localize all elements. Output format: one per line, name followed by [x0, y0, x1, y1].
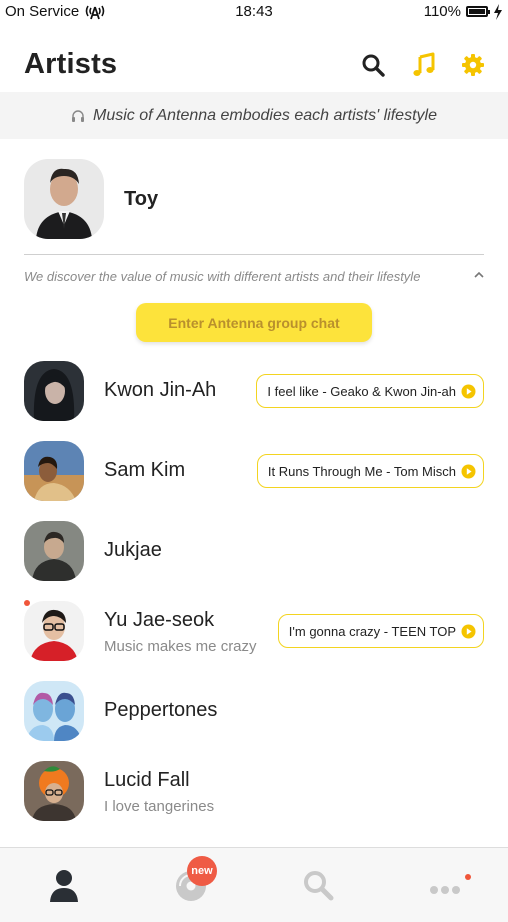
- artist-name: Yu Jae-seok: [104, 609, 215, 631]
- header: Artists: [0, 40, 508, 92]
- banner-text: Music of Antenna embodies each artists' …: [93, 106, 437, 124]
- song-pill[interactable]: I'm gonna crazy - TEEN TOP: [277, 614, 484, 648]
- artist-avatar[interactable]: [24, 601, 84, 661]
- artist-name: Lucid Fall: [104, 769, 190, 791]
- song-pill[interactable]: I feel like - Geako & Kwon Jin-ah: [256, 374, 484, 408]
- avatar-photo: [24, 159, 104, 239]
- artist-row[interactable]: Kwon Jin-Ah I feel like - Geako & Kwon J…: [0, 356, 508, 426]
- notification-dot: [465, 874, 471, 880]
- battery-icon: [466, 6, 490, 17]
- song-title: It Runs Through Me - Tom Misch: [267, 463, 456, 479]
- person-icon: [50, 870, 78, 902]
- chevron-up-icon[interactable]: [472, 268, 486, 282]
- avatar-photo: [24, 761, 84, 821]
- avatar-photo: [24, 441, 84, 501]
- artist-name: Kwon Jin-Ah: [104, 379, 217, 401]
- gear-icon[interactable]: [460, 52, 486, 78]
- avatar-photo: [24, 521, 84, 581]
- page-title: Artists: [24, 48, 118, 80]
- tab-search[interactable]: [254, 848, 381, 922]
- charging-bolt-icon: [494, 3, 502, 20]
- divider: [24, 254, 484, 255]
- headphones-icon: [72, 109, 85, 122]
- battery-percent: 110%: [423, 3, 461, 20]
- my-profile[interactable]: Toy: [0, 140, 508, 256]
- avatar-photo: [24, 681, 84, 741]
- artist-status: Music makes me crazy: [104, 638, 257, 655]
- artist-row[interactable]: Jukjae: [0, 516, 508, 586]
- song-pill[interactable]: It Runs Through Me - Tom Misch: [256, 454, 484, 488]
- artist-avatar[interactable]: [24, 681, 84, 741]
- intro-banner: Music of Antenna embodies each artists' …: [0, 92, 508, 139]
- group-description: We discover the value of music with diff…: [24, 269, 421, 284]
- play-icon: [461, 624, 476, 638]
- artist-name: Jukjae: [104, 539, 162, 561]
- status-bar: On Service 18:43 110%: [0, 0, 508, 26]
- avatar-photo: [24, 601, 84, 661]
- enter-group-chat-button[interactable]: Enter Antenna group chat: [136, 303, 372, 342]
- artist-name: Sam Kim: [104, 459, 186, 481]
- tab-bar: new: [0, 847, 508, 922]
- artist-row[interactable]: Yu Jae-seok Music makes me crazy I'm gon…: [0, 596, 508, 666]
- search-icon[interactable]: [360, 52, 386, 78]
- avatar-photo: [24, 361, 84, 421]
- artist-avatar[interactable]: [24, 441, 84, 501]
- music-note-icon[interactable]: [411, 52, 437, 78]
- play-icon: [461, 464, 476, 478]
- artist-row[interactable]: Lucid Fall I love tangerines: [0, 756, 508, 826]
- my-avatar[interactable]: [24, 159, 104, 239]
- more-icon: [430, 886, 460, 894]
- song-title: I feel like - Geako & Kwon Jin-ah: [267, 383, 456, 399]
- artist-name: Peppertones: [104, 699, 218, 721]
- status-right: 110%: [424, 3, 503, 20]
- tab-music[interactable]: new: [127, 848, 254, 922]
- artist-row[interactable]: Sam Kim It Runs Through Me - Tom Misch: [0, 436, 508, 506]
- song-title: I'm gonna crazy - TEEN TOP: [288, 623, 456, 639]
- artist-status: I love tangerines: [104, 798, 215, 815]
- artist-avatar[interactable]: [24, 761, 84, 821]
- play-icon: [461, 384, 476, 398]
- tab-artists[interactable]: [0, 848, 127, 922]
- artist-avatar[interactable]: [24, 361, 84, 421]
- new-badge: new: [187, 856, 217, 886]
- artist-row[interactable]: Peppertones: [0, 676, 508, 746]
- tab-more[interactable]: [381, 848, 508, 922]
- my-name: Toy: [124, 188, 159, 210]
- artist-avatar[interactable]: [24, 521, 84, 581]
- search-icon: [304, 871, 334, 901]
